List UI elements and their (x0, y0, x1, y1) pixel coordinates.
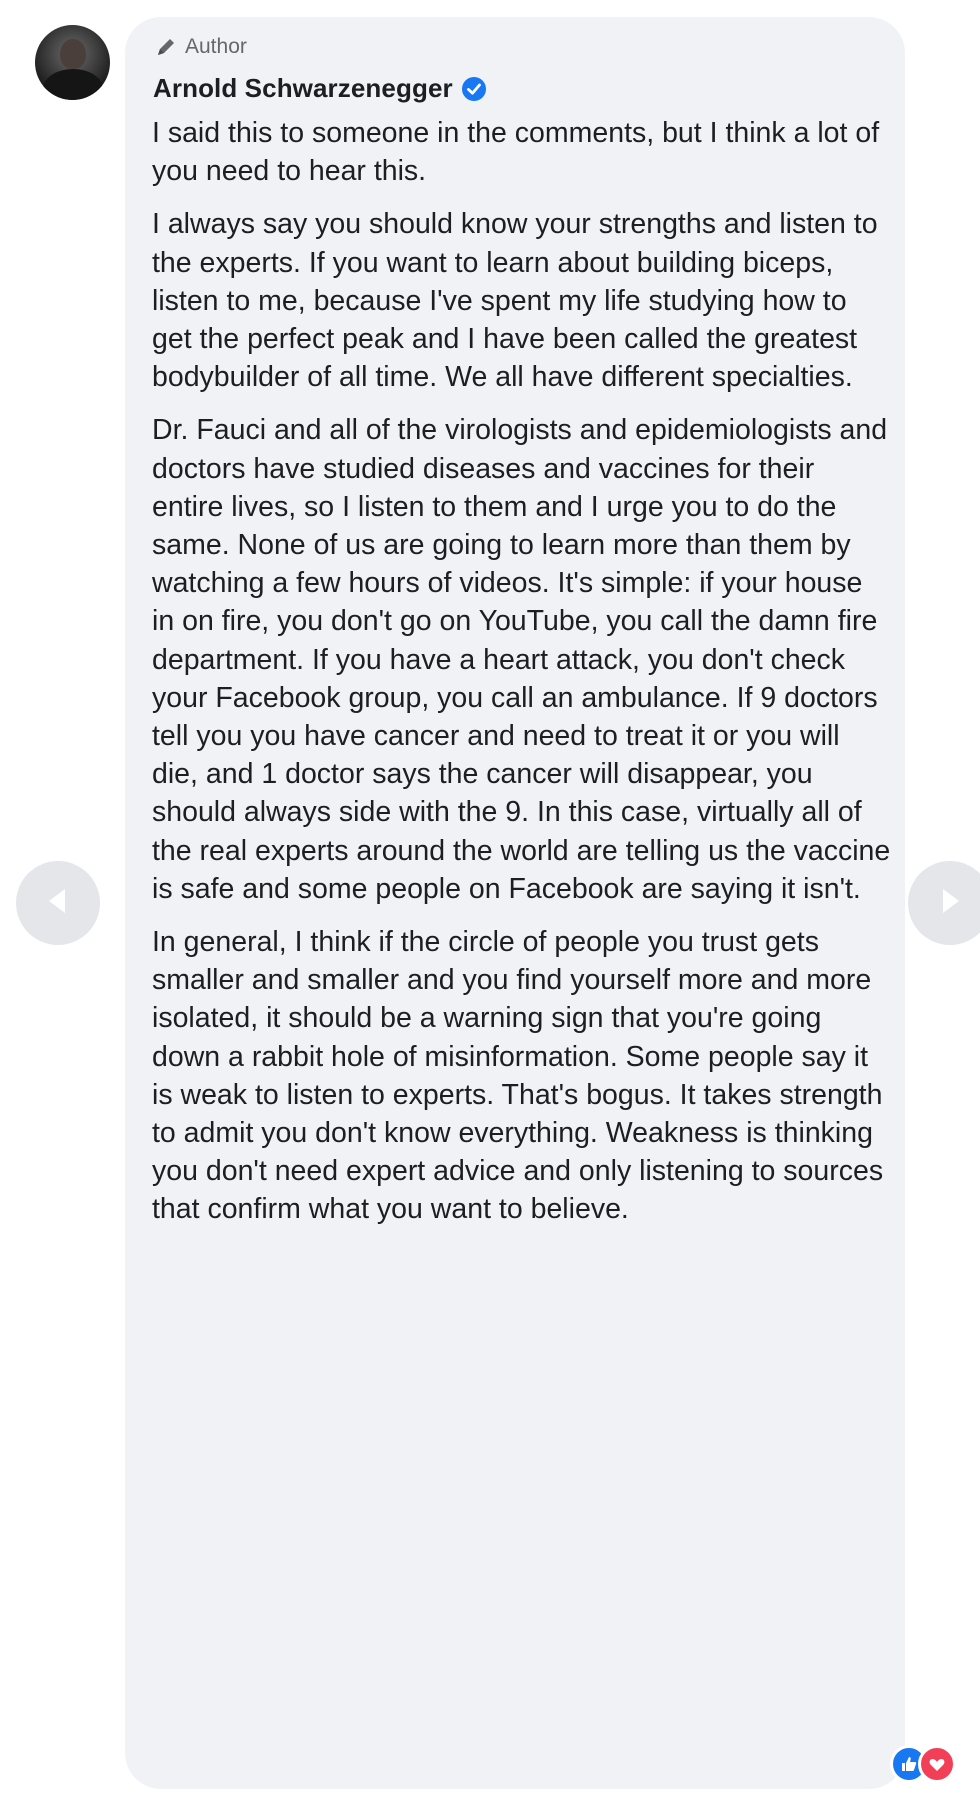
avatar-shoulders (43, 69, 103, 100)
pencil-icon (155, 36, 177, 58)
previous-button[interactable] (16, 861, 100, 945)
author-badge-label: Author (185, 35, 247, 58)
love-reaction-icon (918, 1745, 956, 1783)
chevron-right-icon (930, 881, 970, 926)
comment-text: I said this to someone in the comments, … (152, 114, 892, 1244)
author-name[interactable]: Arnold Schwarzenegger (153, 73, 453, 104)
avatar[interactable] (35, 25, 110, 100)
reaction-summary[interactable] (890, 1745, 956, 1783)
verified-badge-icon (461, 76, 487, 102)
chevron-left-icon (38, 881, 78, 926)
next-button[interactable] (908, 861, 980, 945)
comment-paragraph: In general, I think if the circle of peo… (152, 926, 884, 1226)
author-name-row: Arnold Schwarzenegger (153, 73, 487, 104)
avatar-head (60, 39, 86, 69)
comment-bubble: Author Arnold Schwarzenegger I said this… (125, 17, 905, 1789)
comment-paragraph: I always say you should know your streng… (152, 208, 878, 394)
comment-paragraph: Dr. Fauci and all of the virologists and… (152, 414, 891, 905)
author-badge: Author (155, 35, 247, 59)
comment-paragraph: I said this to someone in the comments, … (152, 117, 880, 188)
